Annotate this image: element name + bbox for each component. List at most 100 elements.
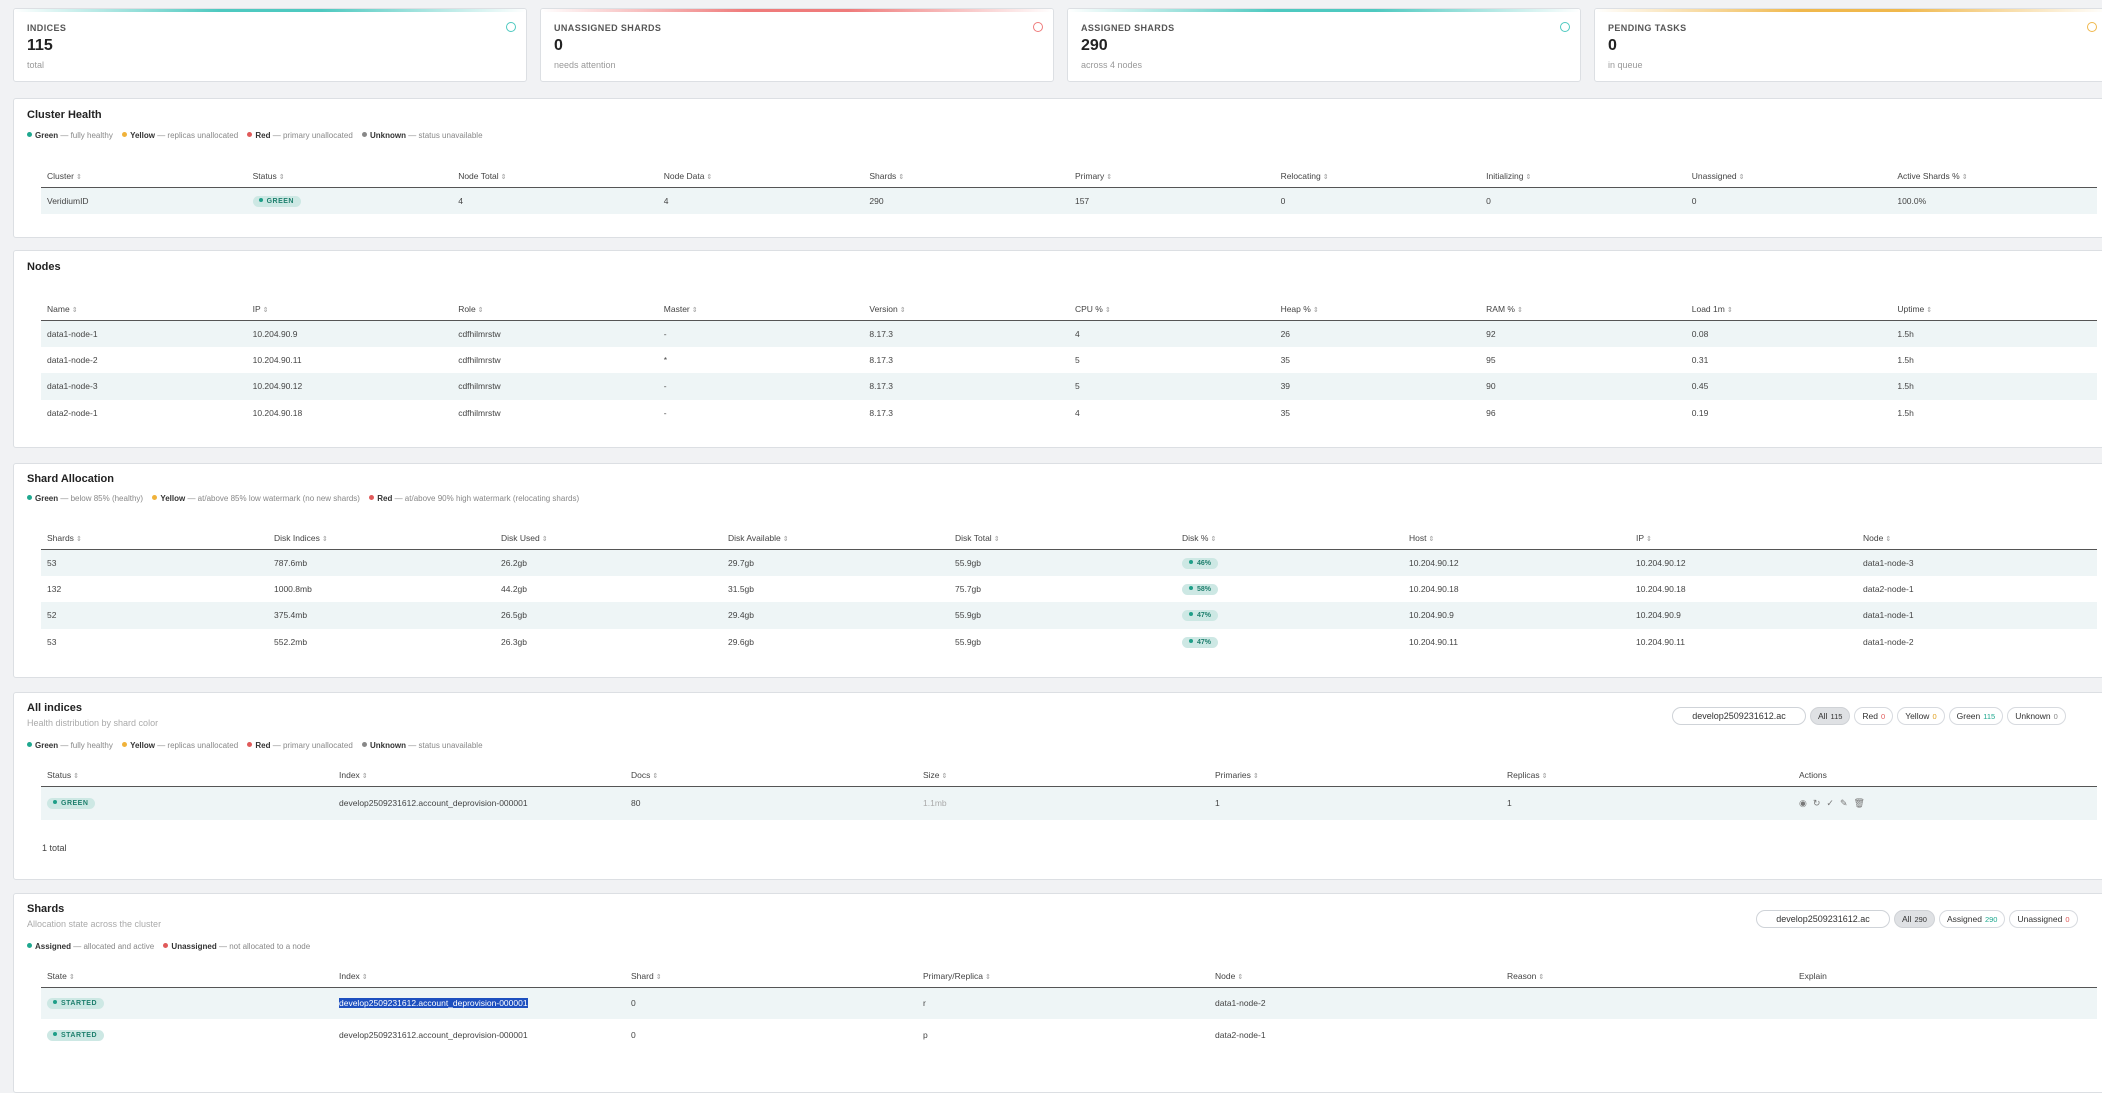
column-header[interactable]: Name ⇕ xyxy=(41,298,247,321)
sort-icon[interactable]: ⇕ xyxy=(322,536,328,543)
edit-icon[interactable]: ✎ xyxy=(1840,798,1848,809)
sort-icon[interactable]: ⇕ xyxy=(1105,307,1111,314)
filter-chip-all[interactable]: All 290 xyxy=(1894,910,1935,928)
table-row[interactable]: STARTED develop2509231612.account_deprov… xyxy=(41,1019,2097,1051)
sort-icon[interactable]: ⇕ xyxy=(1538,974,1544,981)
column-header[interactable]: Active Shards % ⇕ xyxy=(1891,165,2097,188)
trash-icon[interactable]: 🗑 xyxy=(1854,798,1865,809)
column-header[interactable]: Load 1m ⇕ xyxy=(1685,298,1892,321)
sort-icon[interactable]: ⇕ xyxy=(1727,307,1733,314)
column-header[interactable]: Docs ⇕ xyxy=(625,764,917,787)
filter-chip-unassigned[interactable]: Unassigned 0 xyxy=(2009,910,2078,928)
column-header[interactable]: Initializing ⇕ xyxy=(1480,165,1686,188)
column-header[interactable]: Disk Indices ⇕ xyxy=(268,527,495,550)
sort-icon[interactable]: ⇕ xyxy=(478,307,484,314)
column-header[interactable]: Version ⇕ xyxy=(863,298,1069,321)
sort-icon[interactable]: ⇕ xyxy=(501,174,507,181)
filter-chip-all[interactable]: All 115 xyxy=(1810,707,1851,725)
sort-icon[interactable]: ⇕ xyxy=(898,174,904,181)
column-header[interactable]: Index ⇕ xyxy=(333,965,625,988)
sort-icon[interactable]: ⇕ xyxy=(76,174,82,181)
sort-icon[interactable]: ⇕ xyxy=(994,536,1000,543)
refresh-icon[interactable]: ↻ xyxy=(1813,798,1821,809)
column-header[interactable]: Node ⇕ xyxy=(1857,527,2097,550)
sort-icon[interactable]: ⇕ xyxy=(73,773,79,780)
column-header[interactable]: Disk % ⇕ xyxy=(1176,527,1403,550)
column-header[interactable]: Shards ⇕ xyxy=(863,165,1069,188)
table-row[interactable]: 52 375.4mb 26.5gb 29.4gb 55.9gb 47% 10.204.90.… xyxy=(41,602,2097,629)
sort-icon[interactable]: ⇕ xyxy=(706,174,712,181)
sort-icon[interactable]: ⇕ xyxy=(1542,773,1548,780)
sort-icon[interactable]: ⇕ xyxy=(69,974,75,981)
table-row[interactable]: VeridiumID GREEN 4 4 290 157 0 0 0 100.0… xyxy=(41,187,2097,214)
table-row[interactable]: data1-node-1 10.204.90.9 cdfhilmrstw -8.17.… xyxy=(41,320,2097,347)
index-search-input[interactable]: develop2509231612.ac xyxy=(1672,707,1806,725)
filter-chip-yellow[interactable]: Yellow 0 xyxy=(1897,707,1945,725)
sort-icon[interactable]: ⇕ xyxy=(1739,174,1745,181)
sort-icon[interactable]: ⇕ xyxy=(652,773,658,780)
sort-icon[interactable]: ⇕ xyxy=(72,307,78,314)
sort-icon[interactable]: ⇕ xyxy=(362,974,368,981)
column-header[interactable]: IP ⇕ xyxy=(1630,527,1857,550)
sort-icon[interactable]: ⇕ xyxy=(362,773,368,780)
sort-icon[interactable]: ⇕ xyxy=(1517,307,1523,314)
shard-search-input[interactable]: develop2509231612.ac xyxy=(1756,910,1890,928)
cell-index[interactable]: develop2509231612.account_deprovision-00… xyxy=(333,1019,625,1051)
sort-icon[interactable]: ⇕ xyxy=(656,974,662,981)
table-row[interactable]: STARTED develop2509231612.account_deprov… xyxy=(41,987,2097,1019)
column-header[interactable]: Reason ⇕ xyxy=(1501,965,1793,988)
table-row[interactable]: 53 552.2mb 26.3gb 29.6gb 55.9gb 47% 10.204.90.… xyxy=(41,629,2097,656)
column-header[interactable]: Unassigned ⇕ xyxy=(1685,165,1892,188)
eye-icon[interactable]: ◉ xyxy=(1799,798,1807,809)
sort-icon[interactable]: ⇕ xyxy=(692,307,698,314)
column-header[interactable]: Status ⇕ xyxy=(41,764,333,787)
column-header[interactable]: IP ⇕ xyxy=(246,298,453,321)
table-row[interactable]: data2-node-1 10.204.90.18 cdfhilmrstw - 8.17… xyxy=(41,400,2097,427)
column-header[interactable]: Shard ⇕ xyxy=(625,965,917,988)
sort-icon[interactable]: ⇕ xyxy=(1646,536,1652,543)
column-header[interactable]: Uptime ⇕ xyxy=(1891,298,2097,321)
sort-icon[interactable]: ⇕ xyxy=(1210,536,1216,543)
sort-icon[interactable]: ⇕ xyxy=(1253,773,1259,780)
sort-icon[interactable]: ⇕ xyxy=(1962,174,1968,181)
column-header[interactable]: Status ⇕ xyxy=(246,165,453,188)
column-header[interactable]: Disk Total ⇕ xyxy=(949,527,1176,550)
column-header[interactable]: Role ⇕ xyxy=(452,298,658,321)
sort-icon[interactable]: ⇕ xyxy=(1885,536,1891,543)
sort-icon[interactable]: ⇕ xyxy=(1323,174,1329,181)
table-row[interactable]: data1-node-3 10.204.90.12 cdfhilmrstw -8.17… xyxy=(41,373,2097,400)
column-header[interactable]: Node Total ⇕ xyxy=(452,165,658,188)
column-header[interactable]: Node Data ⇕ xyxy=(657,165,864,188)
filter-chip-assigned[interactable]: Assigned 290 xyxy=(1938,910,2006,928)
sort-icon[interactable]: ⇕ xyxy=(279,174,285,181)
filter-chip-green[interactable]: Green 115 xyxy=(1948,707,2004,725)
sort-icon[interactable]: ⇕ xyxy=(985,974,991,981)
column-header[interactable]: Disk Available ⇕ xyxy=(722,527,949,550)
column-header[interactable]: Primaries ⇕ xyxy=(1209,764,1501,787)
column-header[interactable]: Heap % ⇕ xyxy=(1274,298,1481,321)
column-header[interactable]: Replicas ⇕ xyxy=(1501,764,1793,787)
column-header[interactable]: Shards ⇕ xyxy=(41,527,268,550)
sort-icon[interactable]: ⇕ xyxy=(1525,174,1531,181)
sort-icon[interactable]: ⇕ xyxy=(263,307,269,314)
sort-icon[interactable]: ⇕ xyxy=(942,773,948,780)
table-row[interactable]: 132 1000.8mb 44.2gb 31.5gb 75.7gb 58% 10.204.9… xyxy=(41,576,2097,603)
sort-icon[interactable]: ⇕ xyxy=(1106,174,1112,181)
sort-icon[interactable]: ⇕ xyxy=(1313,307,1319,314)
column-header[interactable]: RAM % ⇕ xyxy=(1480,298,1686,321)
sort-icon[interactable]: ⇕ xyxy=(76,536,82,543)
filter-chip-unknown[interactable]: Unknown 0 xyxy=(2007,707,2066,725)
column-header[interactable]: Size ⇕ xyxy=(917,764,1209,787)
column-header[interactable]: Cluster ⇕ xyxy=(41,165,247,188)
sort-icon[interactable]: ⇕ xyxy=(1237,974,1243,981)
sort-icon[interactable]: ⇕ xyxy=(900,307,906,314)
filter-chip-red[interactable]: Red 0 xyxy=(1854,707,1894,725)
column-header[interactable]: Index ⇕ xyxy=(333,764,625,787)
column-header[interactable]: CPU % ⇕ xyxy=(1068,298,1275,321)
table-row[interactable]: 53 787.6mb 26.2gb 29.7gb 55.9gb 46% 10.204.90.… xyxy=(41,549,2097,576)
table-row[interactable]: data1-node-2 10.204.90.11 cdfhilmrstw * 8.17… xyxy=(41,347,2097,374)
check-icon[interactable]: ✓ xyxy=(1826,798,1834,809)
column-header[interactable]: Primary ⇕ xyxy=(1068,165,1275,188)
sort-icon[interactable]: ⇕ xyxy=(542,536,548,543)
cell-index[interactable]: develop2509231612.account_deprovision-00… xyxy=(333,786,625,820)
